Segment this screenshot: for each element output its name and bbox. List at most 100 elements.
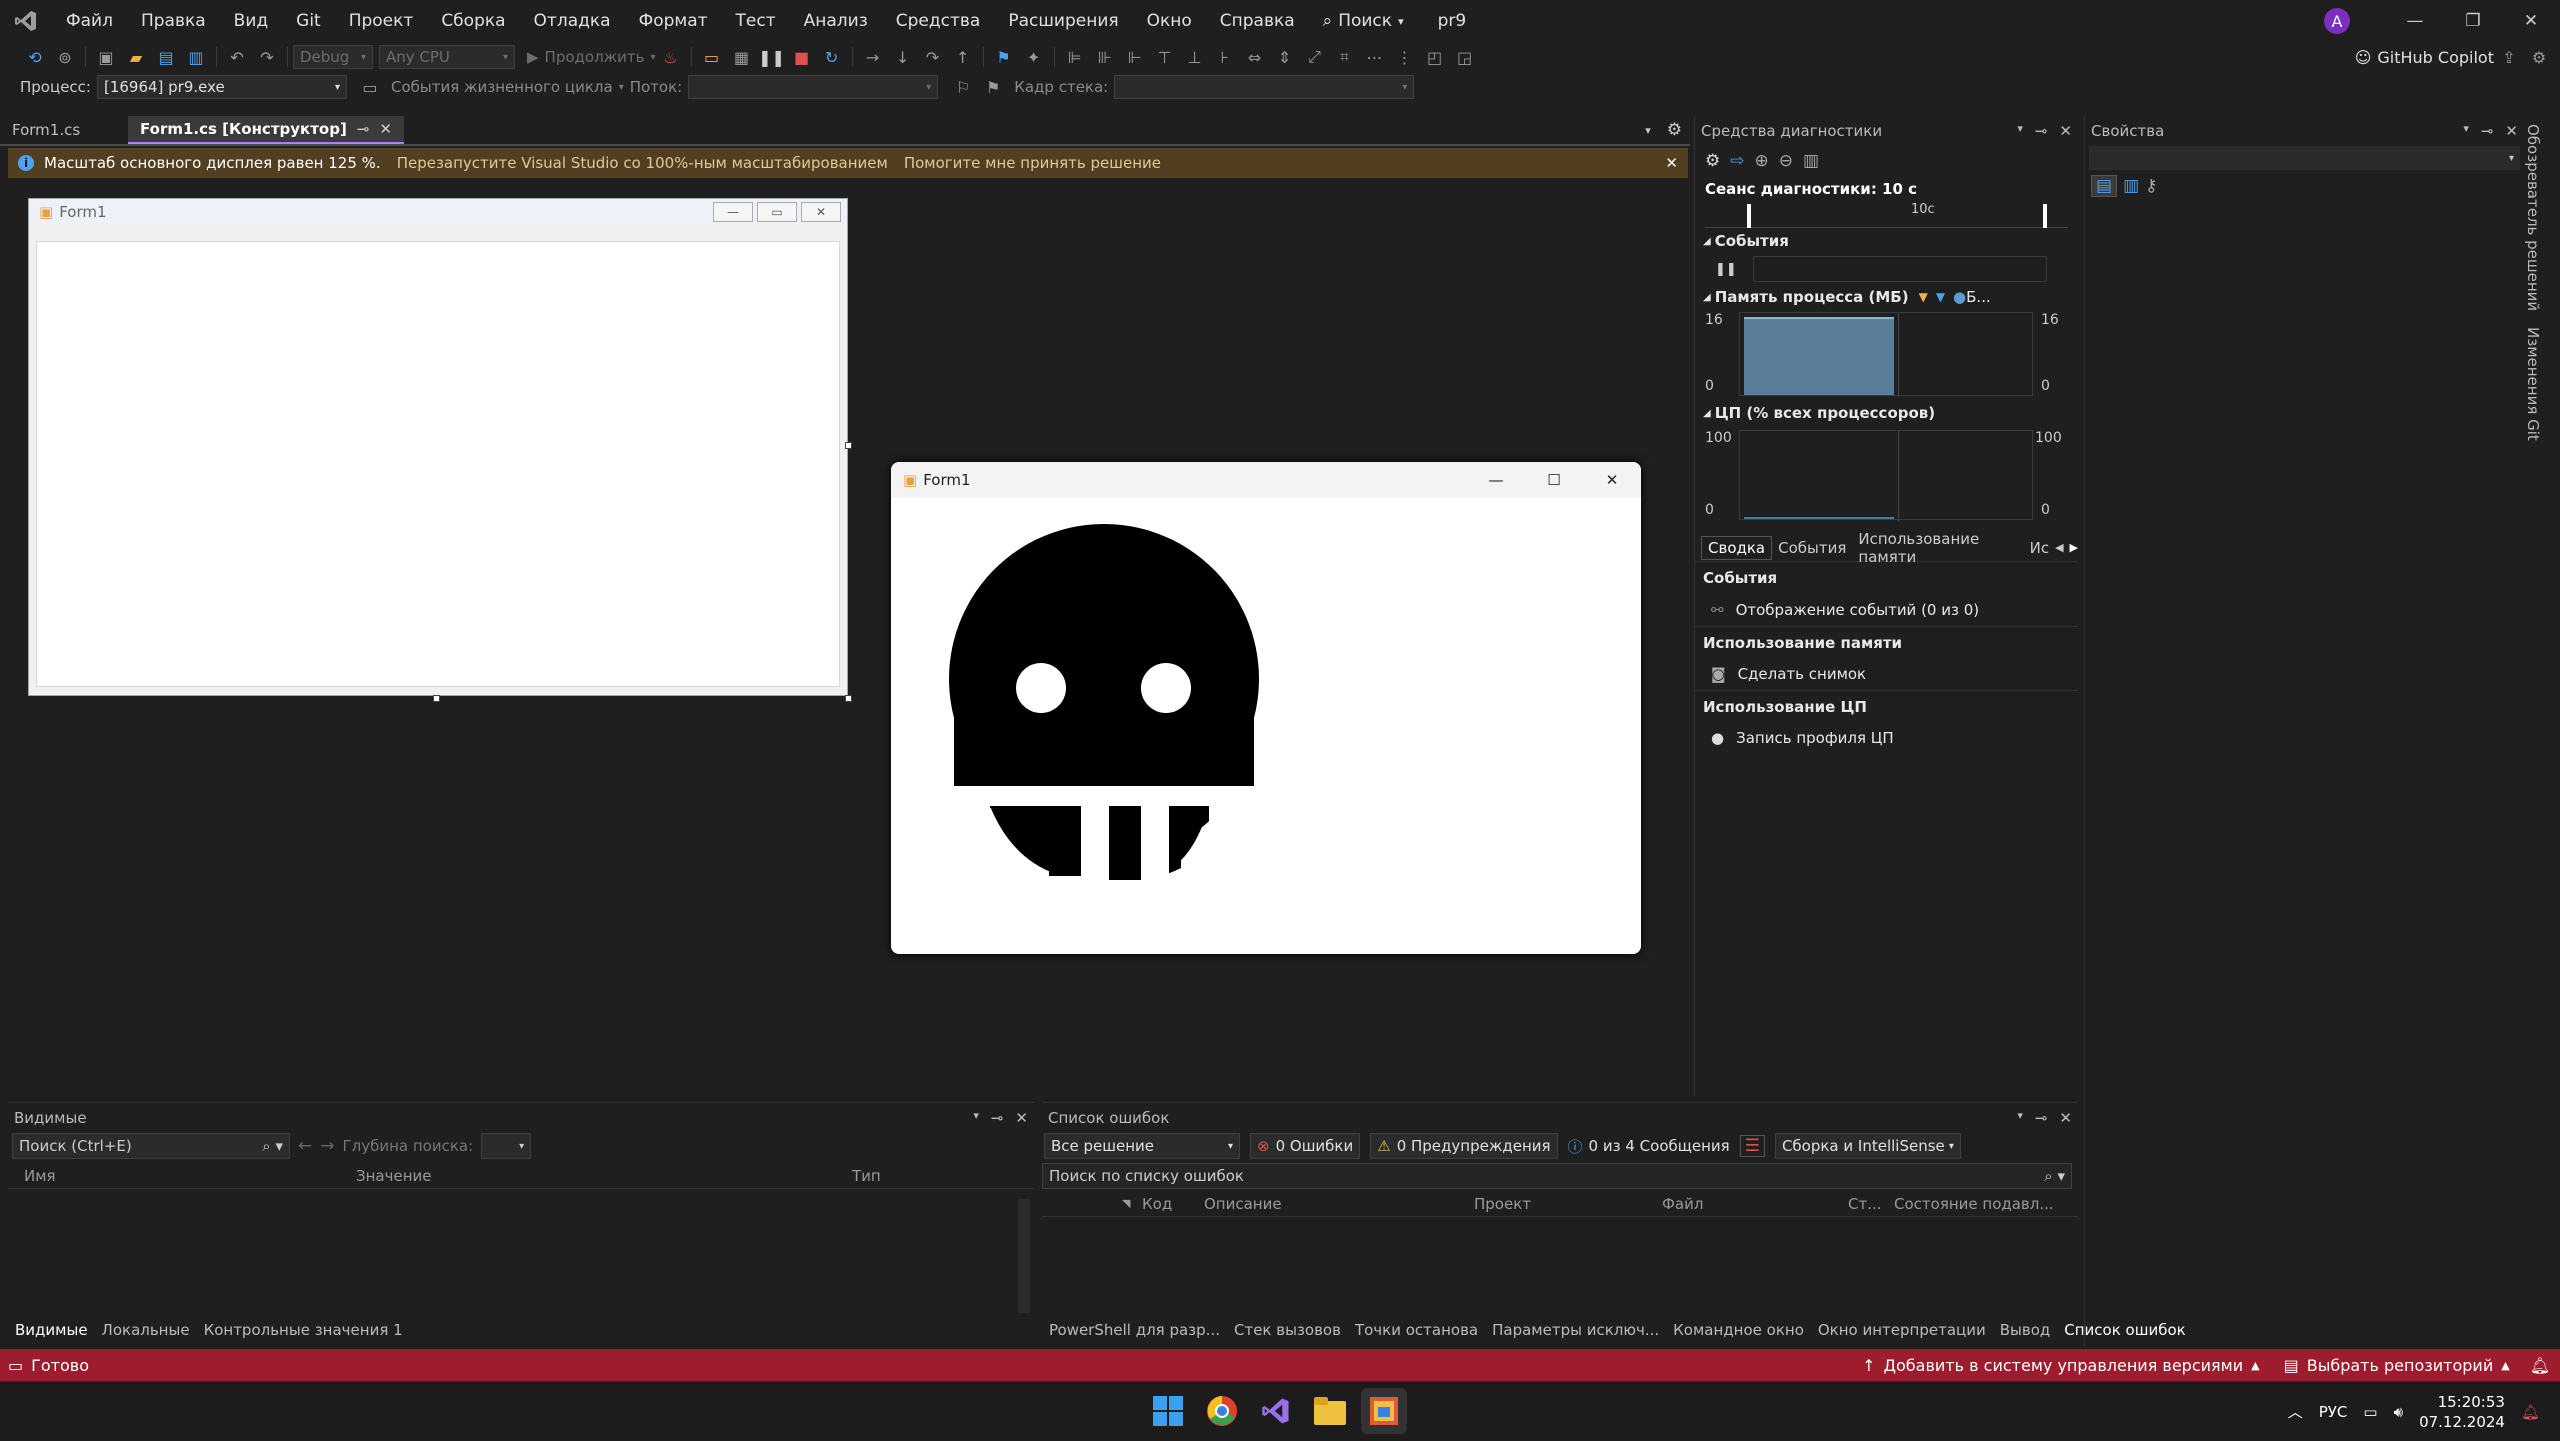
align-lefts-icon[interactable]: ⊫ [1060, 43, 1090, 71]
stack-frame-select[interactable]: ▾ [1114, 75, 1415, 99]
gear-icon[interactable]: ⚙ [1705, 151, 1720, 171]
lifecycle-events-icon[interactable]: ▭ [355, 73, 385, 101]
minimize-icon[interactable]: — [1467, 462, 1525, 498]
make-same-width-icon[interactable]: ⇔ [1240, 43, 1270, 71]
restore-icon[interactable]: ❐ [2444, 0, 2502, 42]
align-centers-icon[interactable]: ⊪ [1090, 43, 1120, 71]
make-same-height-icon[interactable]: ⇕ [1270, 43, 1300, 71]
scroll-tabs-left-icon[interactable]: ◀ [2055, 541, 2063, 554]
github-copilot-button[interactable]: ☺ GitHub Copilot [2355, 48, 2494, 67]
breakpoint-icon[interactable]: ✦ [1019, 43, 1049, 71]
horizontal-spacing-icon[interactable]: ⋯ [1360, 43, 1390, 71]
column-value[interactable]: Значение [356, 1167, 432, 1185]
navigate-forward-icon[interactable]: ⊚ [50, 43, 80, 71]
menu-debug[interactable]: Отладка [520, 0, 625, 42]
visual-studio-logo-icon[interactable] [0, 0, 52, 42]
vertical-spacing-icon[interactable]: ⋮ [1390, 43, 1420, 71]
window-layout-icon[interactable]: ▦ [727, 43, 757, 71]
align-tops-icon[interactable]: ⊤ [1150, 43, 1180, 71]
build-intellisense-select[interactable]: Сборка и IntelliSense ▾ [1774, 1133, 1961, 1159]
search-button[interactable]: ⌕ Поиск ▾ [1309, 0, 1418, 42]
redo-icon[interactable]: ↷ [252, 43, 282, 71]
platform-select[interactable]: Any CPU ▾ [379, 45, 515, 69]
align-rights-icon[interactable]: ⊩ [1120, 43, 1150, 71]
close-tab-icon[interactable]: ✕ [379, 120, 392, 138]
filter-icon[interactable]: ☰ [1739, 1135, 1765, 1157]
send-to-back-icon[interactable]: ◲ [1450, 43, 1480, 71]
messages-filter-button[interactable]: ⓘ 0 из 4 Сообщения [1568, 1136, 1730, 1157]
git-changes-tab[interactable]: Изменения Git [2524, 319, 2542, 449]
running-form-window[interactable]: ▣ Form1 — ☐ ✕ [891, 462, 1641, 954]
avatar[interactable]: A [2324, 8, 2350, 34]
menu-help[interactable]: Справка [1206, 0, 1309, 42]
size-to-grid-icon[interactable]: ⌗ [1330, 43, 1360, 71]
diagnostics-tools-icon[interactable]: ⚑ [989, 43, 1019, 71]
settings-icon[interactable]: ⚙ [2524, 43, 2554, 71]
column-name[interactable]: Имя [24, 1167, 56, 1185]
property-pages-icon[interactable]: ⚷ [2145, 176, 2157, 196]
tab-summary[interactable]: Сводка [1701, 535, 1773, 560]
search-back-icon[interactable]: ← [298, 1136, 312, 1156]
export-icon[interactable]: ⇨ [1730, 151, 1744, 171]
close-infobar-icon[interactable]: ✕ [1665, 154, 1678, 172]
menu-edit[interactable]: Правка [127, 0, 220, 42]
running-app-icon[interactable] [1361, 1388, 1407, 1434]
resize-grip-bottom[interactable] [433, 695, 440, 702]
timeline-ruler[interactable]: 10с [1705, 202, 2068, 228]
file-explorer-icon[interactable] [1307, 1388, 1353, 1434]
designer-client-area[interactable] [36, 241, 840, 687]
clock[interactable]: 15:20:53 07.12.2024 [2419, 1392, 2505, 1432]
volume-icon[interactable]: 🔊︎ [2394, 1403, 2403, 1421]
minimize-icon[interactable]: — [2386, 0, 2444, 42]
search-forward-icon[interactable]: → [320, 1136, 334, 1156]
column-file[interactable]: Файл [1662, 1195, 1703, 1213]
show-flagged-threads-icon[interactable]: ⚑ [978, 73, 1008, 101]
chrome-icon[interactable] [1199, 1388, 1245, 1434]
pin-icon[interactable]: ⊸ [2481, 122, 2494, 140]
menu-window[interactable]: Окно [1133, 0, 1206, 42]
zoom-in-icon[interactable]: ⊕ [1755, 151, 1769, 171]
close-icon[interactable]: ✕ [2502, 0, 2560, 42]
pause-icon[interactable]: ❚❚ [1715, 262, 1737, 277]
pin-icon[interactable]: ⊸ [2035, 122, 2048, 140]
navigate-back-icon[interactable]: ⟲ [20, 43, 50, 71]
column-project[interactable]: Проект [1474, 1195, 1531, 1213]
align-middles-icon[interactable]: ⊥ [1180, 43, 1210, 71]
show-next-statement-icon[interactable]: → [858, 43, 888, 71]
tab-autos[interactable]: Видимые [8, 1321, 95, 1339]
help-me-decide-link[interactable]: Помогите мне принять решение [904, 154, 1161, 172]
timeline-start-handle[interactable] [1747, 204, 1751, 228]
column-type[interactable]: Тип [852, 1167, 881, 1185]
pin-icon[interactable]: ⊸ [991, 1109, 1004, 1127]
close-icon[interactable]: ✕ [1583, 462, 1641, 498]
zoom-out-icon[interactable]: ⊖ [1779, 151, 1793, 171]
align-bottoms-icon[interactable]: ⊦ [1210, 43, 1240, 71]
autos-scrollbar[interactable] [1018, 1199, 1030, 1313]
tray-overflow-icon[interactable]: ︿ [2288, 1401, 2303, 1422]
autos-search-input[interactable]: Поиск (Ctrl+E) ⌕ ▾ [12, 1133, 290, 1159]
warnings-filter-button[interactable]: ⚠ 0 Предупреждения [1370, 1133, 1558, 1159]
solution-explorer-tab[interactable]: Обозреватель решений [2524, 116, 2542, 319]
menu-project[interactable]: Проект [335, 0, 428, 42]
menu-git[interactable]: Git [282, 0, 335, 42]
column-suppression[interactable]: Состояние подавл... [1894, 1195, 2054, 1213]
tab-events[interactable]: События [1772, 537, 1852, 559]
tab-command-window[interactable]: Командное окно [1666, 1321, 1811, 1339]
tab-watch-1[interactable]: Контрольные значения 1 [197, 1321, 410, 1339]
maximize-icon[interactable]: ☐ [1525, 462, 1583, 498]
tab-form1-designer[interactable]: Form1.cs [Конструктор] ⊸ ✕ [128, 116, 404, 144]
tab-exception-settings[interactable]: Параметры исключ... [1485, 1321, 1666, 1339]
restart-100-link[interactable]: Перезапустите Visual Studio со 100%-ным … [397, 154, 888, 172]
events-header[interactable]: ◢ События [1695, 228, 2078, 254]
undo-icon[interactable]: ↶ [222, 43, 252, 71]
new-project-icon[interactable]: ▣ [91, 43, 121, 71]
tab-output[interactable]: Вывод [1993, 1321, 2058, 1339]
windows-start-icon[interactable] [1145, 1388, 1191, 1434]
input-language[interactable]: РУС [2319, 1403, 2348, 1421]
lifecycle-events-label[interactable]: События жизненного цикла [385, 78, 619, 96]
tab-breakpoints[interactable]: Точки останова [1348, 1321, 1485, 1339]
thread-select[interactable]: ▾ [688, 75, 939, 99]
process-select[interactable]: [16964] pr9.exe ▾ [96, 75, 347, 99]
scroll-tabs-right-icon[interactable]: ▶ [2070, 541, 2078, 554]
close-icon[interactable]: ✕ [2505, 122, 2518, 140]
